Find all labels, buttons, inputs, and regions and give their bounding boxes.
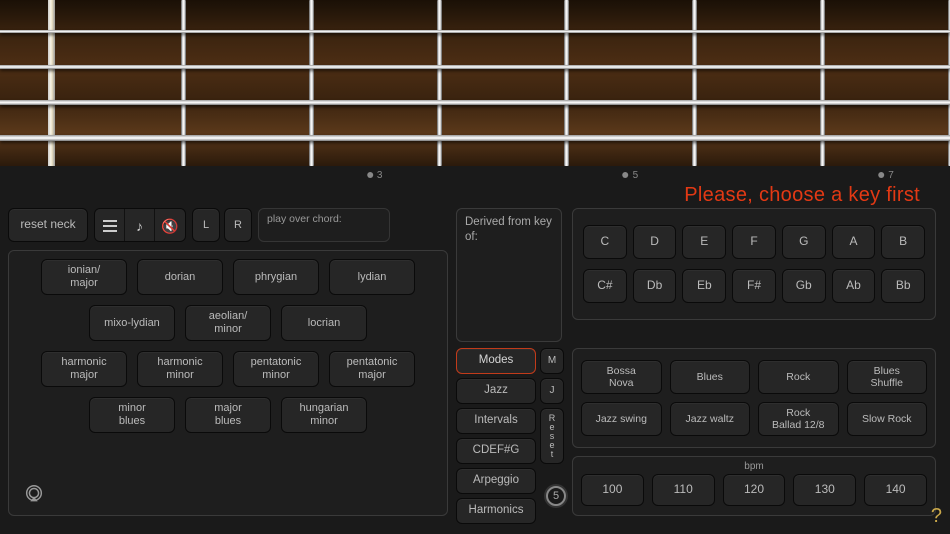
fret (564, 0, 569, 166)
airplay-icon[interactable] (23, 483, 45, 505)
scale-button[interactable]: aeolian/ minor (185, 305, 271, 341)
scale-button[interactable]: lydian (329, 259, 415, 295)
style-button[interactable]: Bossa Nova (581, 360, 662, 394)
string[interactable] (0, 100, 950, 105)
category-column: Modes Jazz Intervals CDEF#G Arpeggio Harmonic… (456, 348, 536, 524)
scale-button[interactable]: harmonic minor (137, 351, 223, 387)
key-button[interactable]: G (782, 225, 826, 259)
toolbar: reset neck ♪ 🔇 L R play over chord: (8, 208, 390, 242)
category-button[interactable]: Intervals (456, 408, 536, 434)
note-icon: ♪ (136, 218, 143, 234)
keys-row: C#DbEbF#GbAbBb (583, 269, 925, 303)
bpm-panel: bpm 100110120130140 (572, 456, 936, 516)
category-button[interactable]: CDEF#G (456, 438, 536, 464)
styles-panel: Bossa NovaBluesRockBlues Shuffle Jazz swi… (572, 348, 936, 448)
warning-text: Please, choose a key first (684, 184, 920, 207)
derived-from-panel: Derived from key of: (456, 208, 562, 342)
note-button[interactable]: ♪ (125, 209, 155, 242)
fret (309, 0, 314, 166)
key-button[interactable]: E (682, 225, 726, 259)
bpm-button[interactable]: 120 (723, 474, 786, 506)
key-button[interactable]: Bb (881, 269, 925, 303)
key-button[interactable]: B (881, 225, 925, 259)
scale-button[interactable]: minor blues (89, 397, 175, 433)
category-aux-column: M J R e s e t (540, 348, 564, 464)
play-over-chord-field[interactable]: play over chord: (258, 208, 390, 242)
help-button[interactable]: ? (931, 505, 942, 528)
key-button[interactable]: Gb (782, 269, 826, 303)
key-button[interactable]: A (832, 225, 876, 259)
style-button[interactable]: Jazz swing (581, 402, 662, 436)
aux-j-button[interactable]: J (540, 378, 564, 404)
menu-button[interactable] (95, 209, 125, 242)
fret (437, 0, 442, 166)
key-button[interactable]: F (732, 225, 776, 259)
key-button[interactable]: F# (732, 269, 776, 303)
scale-button[interactable]: pentatonic minor (233, 351, 319, 387)
scale-button[interactable]: dorian (137, 259, 223, 295)
keys-panel: CDEFGAB C#DbEbF#GbAbBb (572, 208, 936, 320)
scale-button[interactable]: major blues (185, 397, 271, 433)
styles-row: Bossa NovaBluesRockBlues Shuffle (581, 360, 927, 394)
style-button[interactable]: Rock Ballad 12/8 (758, 402, 839, 436)
key-button[interactable]: Db (633, 269, 677, 303)
string[interactable] (0, 65, 950, 69)
right-hand-button[interactable]: R (224, 208, 252, 242)
scale-button[interactable]: locrian (281, 305, 367, 341)
bpm-label: bpm (581, 461, 927, 472)
bpm-button[interactable]: 130 (793, 474, 856, 506)
scale-button[interactable]: pentatonic major (329, 351, 415, 387)
hamburger-icon (103, 220, 117, 232)
key-button[interactable]: Ab (832, 269, 876, 303)
mute-icon: 🔇 (161, 218, 178, 235)
style-button[interactable]: Blues (670, 360, 751, 394)
scales-row: mixo-lydian aeolian/ minor locrian (19, 305, 437, 341)
bpm-button[interactable]: 140 (864, 474, 927, 506)
fret (692, 0, 697, 166)
category-button[interactable]: Modes (456, 348, 536, 374)
scale-button[interactable]: harmonic major (41, 351, 127, 387)
fret-dot: 7 (878, 170, 894, 181)
fretboard[interactable] (0, 0, 950, 166)
style-button[interactable]: Jazz waltz (670, 402, 751, 436)
reset-neck-button[interactable]: reset neck (8, 208, 88, 242)
fret (181, 0, 186, 166)
fret-dot: 5 (623, 170, 639, 181)
style-button[interactable]: Rock (758, 360, 839, 394)
left-hand-button[interactable]: L (192, 208, 220, 242)
scale-button[interactable]: hungarian minor (281, 397, 367, 433)
string[interactable] (0, 135, 950, 141)
style-button[interactable]: Slow Rock (847, 402, 928, 436)
scale-button[interactable]: phrygian (233, 259, 319, 295)
fret-dot: 3 (367, 170, 383, 181)
key-button[interactable]: C# (583, 269, 627, 303)
aux-m-button[interactable]: M (540, 348, 564, 374)
style-button[interactable]: Blues Shuffle (847, 360, 928, 394)
bpm-button[interactable]: 100 (581, 474, 644, 506)
fret-markers: 3 5 7 (0, 166, 950, 184)
key-button[interactable]: C (583, 225, 627, 259)
keys-row: CDEFGAB (583, 225, 925, 259)
category-button[interactable]: Arpeggio (456, 468, 536, 494)
string[interactable] (0, 30, 950, 33)
icon-toolbar: ♪ 🔇 (94, 208, 186, 242)
bpm-row: 100110120130140 (581, 474, 927, 506)
scales-row: minor blues major blues hungarian minor (19, 397, 437, 433)
key-button[interactable]: D (633, 225, 677, 259)
category-button[interactable]: Jazz (456, 378, 536, 404)
scales-panel: ionian/ major dorian phrygian lydian mixo-ly… (8, 250, 448, 516)
scale-button[interactable]: ionian/ major (41, 259, 127, 295)
scale-button[interactable]: mixo-lydian (89, 305, 175, 341)
mute-button[interactable]: 🔇 (155, 209, 185, 242)
lr-group: L R (192, 208, 252, 242)
key-button[interactable]: Eb (682, 269, 726, 303)
category-button[interactable]: Harmonics (456, 498, 536, 524)
scales-row: ionian/ major dorian phrygian lydian (19, 259, 437, 295)
scales-row: harmonic major harmonic minor pentatonic m… (19, 351, 437, 387)
fret (820, 0, 825, 166)
circle-number-button[interactable]: 5 (546, 486, 566, 506)
styles-row: Jazz swingJazz waltzRock Ballad 12/8Slow… (581, 402, 927, 436)
bpm-button[interactable]: 110 (652, 474, 715, 506)
aux-reset-button[interactable]: R e s e t (540, 408, 564, 464)
